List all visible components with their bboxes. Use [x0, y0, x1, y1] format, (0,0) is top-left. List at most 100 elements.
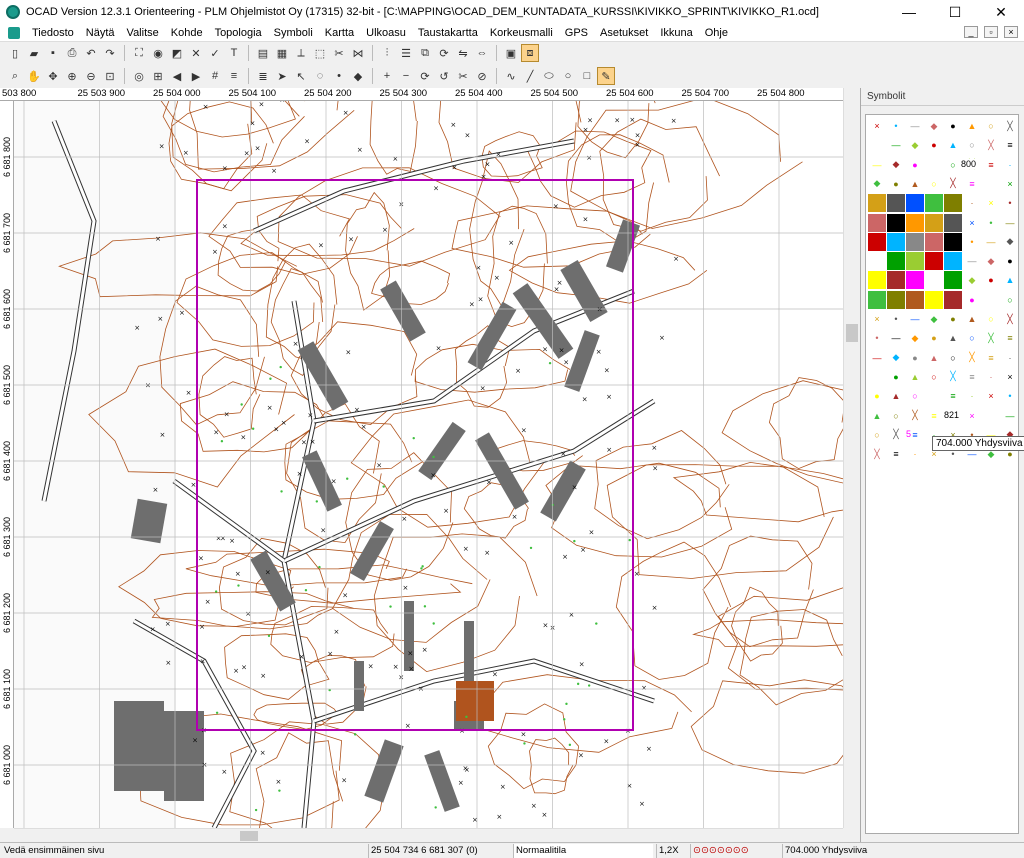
symbol-swatch[interactable]: ◆: [925, 117, 943, 135]
symbol-swatch[interactable]: [906, 271, 924, 290]
symbol-swatch[interactable]: [887, 252, 905, 271]
lasso-button[interactable]: ◌: [311, 67, 329, 85]
line-button[interactable]: ╱: [521, 67, 539, 85]
save-button[interactable]: ▪: [44, 44, 62, 62]
symbol-swatch[interactable]: •: [887, 310, 905, 328]
symbol-swatch[interactable]: ×: [982, 194, 1000, 212]
menu-valitse[interactable]: Valitse: [121, 27, 165, 39]
horizontal-scroll-thumb[interactable]: [240, 831, 258, 841]
symbol-swatch[interactable]: [887, 271, 905, 290]
symbol-swatch[interactable]: [925, 232, 943, 251]
symbol-swatch[interactable]: ≡: [963, 175, 981, 193]
symbol-swatch[interactable]: ╳: [925, 387, 943, 405]
symbol-swatch[interactable]: [925, 252, 943, 271]
horizontal-scrollbar[interactable]: [14, 828, 843, 842]
symbol-swatch[interactable]: ×: [868, 310, 886, 328]
symbol-swatch[interactable]: •: [868, 136, 886, 154]
symbol-swatch[interactable]: ≡: [925, 407, 943, 425]
symbol-swatch[interactable]: [906, 232, 924, 251]
symbol-swatch[interactable]: ○: [944, 156, 962, 174]
symbol-swatch[interactable]: —: [868, 349, 886, 367]
color-button[interactable]: ◩: [168, 44, 186, 62]
symbol-swatch[interactable]: ◆: [887, 156, 905, 174]
symbol-swatch[interactable]: ●: [1001, 252, 1019, 270]
minimize-button[interactable]: —: [886, 0, 932, 24]
symbol-swatch[interactable]: ×: [1001, 175, 1019, 193]
maximize-button[interactable]: ☐: [932, 0, 978, 24]
check-button[interactable]: ✓: [206, 44, 224, 62]
symbol-swatch[interactable]: ×: [1001, 368, 1019, 386]
cut-button[interactable]: ✂: [330, 44, 348, 62]
symbol-swatch[interactable]: —: [982, 233, 1000, 251]
symbol-swatch[interactable]: ≡: [1001, 136, 1019, 154]
symbol-swatch[interactable]: ○: [906, 387, 924, 405]
rotate-button[interactable]: ⟳: [435, 44, 453, 62]
zoom-frame-button[interactable]: ⛶: [130, 44, 148, 62]
fill-button[interactable]: ▣: [502, 44, 520, 62]
point-button[interactable]: •: [330, 67, 348, 85]
symbol-swatch[interactable]: [925, 194, 943, 213]
symbol-swatch[interactable]: ·: [982, 368, 1000, 386]
symbol-swatch[interactable]: [906, 290, 924, 309]
symbol-swatch[interactable]: ▲: [1001, 271, 1019, 289]
symbol-swatch[interactable]: [868, 290, 886, 309]
symbol-swatch[interactable]: ╳: [906, 407, 924, 425]
reshape-button[interactable]: ↺: [435, 67, 453, 85]
ellipse-button[interactable]: ⬭: [540, 67, 558, 85]
stretch-button[interactable]: ⇔: [473, 44, 491, 62]
symbol-swatch[interactable]: ●: [982, 271, 1000, 289]
close-button[interactable]: ✕: [978, 0, 1024, 24]
symbol-swatch[interactable]: ●: [963, 291, 981, 309]
text-button[interactable]: T: [225, 44, 243, 62]
rectangle-button[interactable]: □: [578, 67, 596, 85]
arrange-button[interactable]: ⧈: [521, 44, 539, 62]
symbol-swatch[interactable]: [868, 271, 886, 290]
list2-button[interactable]: ≣: [254, 67, 272, 85]
symbol-swatch[interactable]: ●: [868, 387, 886, 405]
hand-button[interactable]: ✋: [25, 67, 43, 85]
symbol-swatch[interactable]: [868, 232, 886, 251]
symbol-swatch[interactable]: ○: [982, 117, 1000, 135]
symbol-swatch[interactable]: ╳: [868, 445, 886, 463]
menu-kartta[interactable]: Kartta: [319, 27, 360, 39]
map-drawing[interactable]: × × × × × × × × × × × × × × × × × × × × × × × × × × × × × × × × × × × × × × × ×…: [14, 101, 843, 828]
zoom-window-button[interactable]: ⊡: [101, 67, 119, 85]
symbol-swatch[interactable]: —: [887, 329, 905, 347]
symbol-swatch[interactable]: ▲: [925, 156, 943, 174]
grid-button[interactable]: ▦: [273, 44, 291, 62]
symbol-swatch[interactable]: ▲: [944, 329, 962, 347]
symbol-swatch[interactable]: ◆: [906, 329, 924, 347]
symbol-swatch[interactable]: ╳: [1001, 310, 1019, 328]
symbol-swatch[interactable]: ×: [963, 214, 981, 232]
symbol-swatch[interactable]: ≡: [982, 156, 1000, 174]
menu-nayta[interactable]: Näytä: [80, 27, 121, 39]
list-button[interactable]: ≡: [225, 67, 243, 85]
symbol-swatch[interactable]: ●: [925, 136, 943, 154]
doc-minimize-button[interactable]: _: [964, 26, 978, 38]
symbol-swatch[interactable]: ●: [887, 368, 905, 386]
menu-topologia[interactable]: Topologia: [209, 27, 268, 39]
document-icon[interactable]: [8, 26, 20, 39]
symbol-swatch[interactable]: ·: [1001, 156, 1019, 174]
doc-restore-button[interactable]: ▫: [984, 26, 998, 38]
eye-button[interactable]: ◉: [149, 44, 167, 62]
symbol-swatch[interactable]: [925, 213, 943, 232]
symbol-swatch[interactable]: ◆: [906, 136, 924, 154]
zoom-in-button[interactable]: ⊕: [63, 67, 81, 85]
vertical-scroll-thumb[interactable]: [846, 324, 858, 342]
symbol-swatch[interactable]: •: [868, 329, 886, 347]
symbol-swatch[interactable]: ╳: [982, 136, 1000, 154]
menu-ikkuna[interactable]: Ikkuna: [654, 27, 698, 39]
mirror-button[interactable]: ⇋: [454, 44, 472, 62]
symbol-swatch[interactable]: ╳: [982, 329, 1000, 347]
symbol-swatch[interactable]: ╳: [963, 349, 981, 367]
symbol-swatch[interactable]: [887, 232, 905, 251]
insert-button[interactable]: +: [378, 67, 396, 85]
symbol-swatch[interactable]: [868, 213, 886, 232]
print-button[interactable]: ⎙: [63, 44, 81, 62]
symbol-swatch[interactable]: ○: [887, 407, 905, 425]
zoom-all-button[interactable]: ⊞: [149, 67, 167, 85]
circle-button[interactable]: ○: [559, 67, 577, 85]
join-button[interactable]: ⋈: [349, 44, 367, 62]
status-view-icons[interactable]: ⊙⊙⊙⊙⊙⊙⊙: [690, 844, 780, 858]
